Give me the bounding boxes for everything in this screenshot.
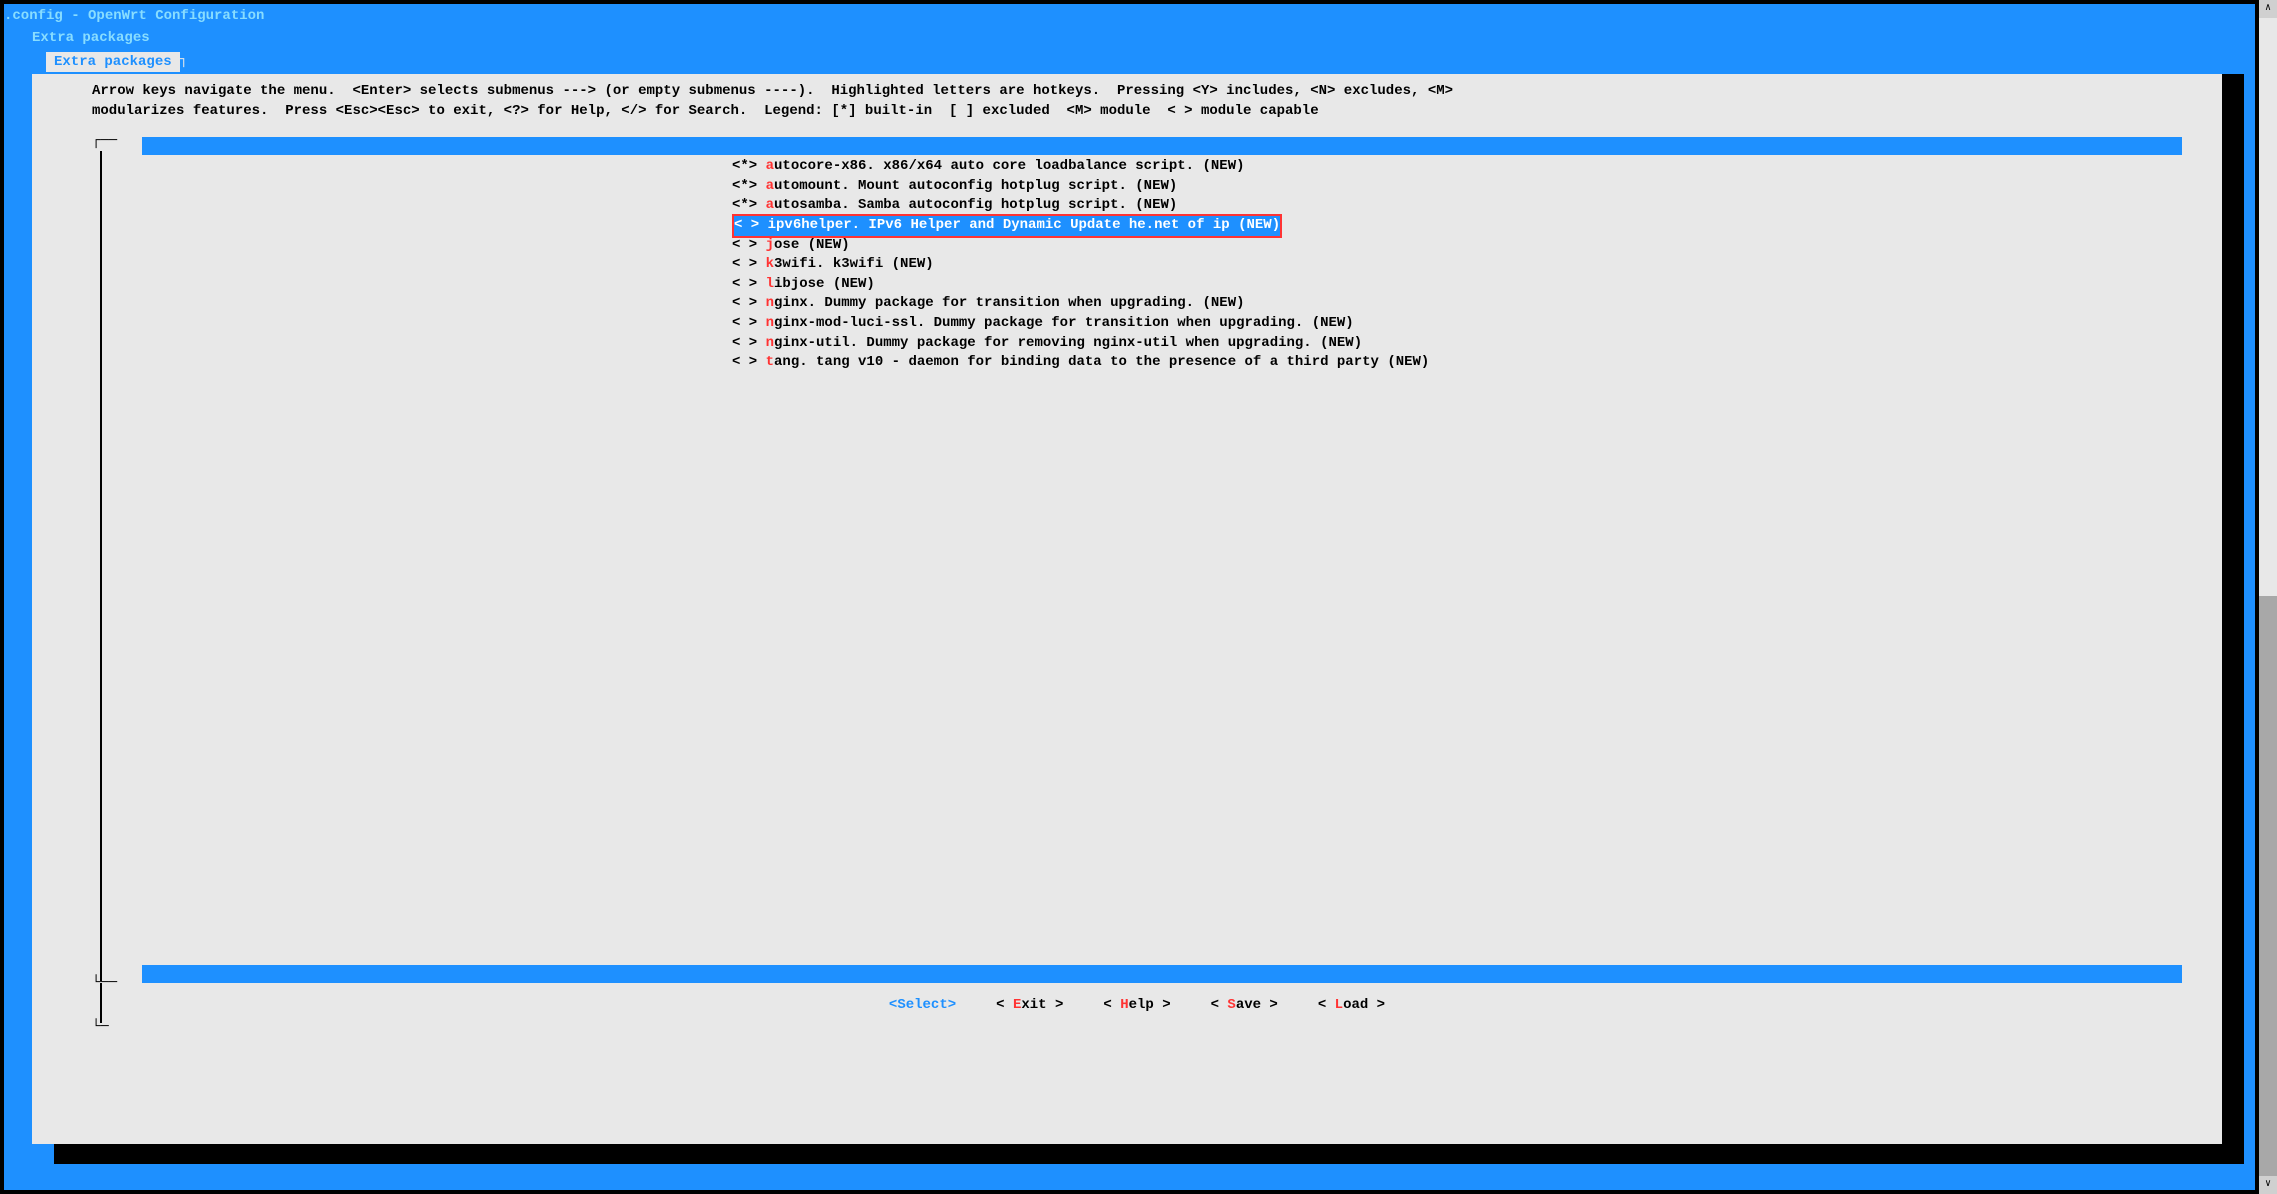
menu-item[interactable]: < > nginx-util. Dummy package for removi… xyxy=(732,334,2192,354)
item-label: ginx. Dummy package for transition when … xyxy=(774,295,1244,311)
button-post: oad > xyxy=(1343,997,1385,1013)
menu-item[interactable]: < > k3wifi. k3wifi (NEW) xyxy=(732,255,2192,275)
main-panel: Arrow keys navigate the menu. <Enter> se… xyxy=(32,74,2222,1144)
breadcrumb: Extra packages xyxy=(4,28,2255,52)
item-label: utomount. Mount autoconfig hotplug scrip… xyxy=(774,178,1177,194)
item-label: ang. tang v10 - daemon for binding data … xyxy=(774,354,1429,370)
action-button[interactable]: < Save > xyxy=(1211,997,1278,1013)
menu-bottom-bar xyxy=(142,965,2182,983)
hotkey-letter: L xyxy=(1335,997,1343,1013)
hotkey-letter: a xyxy=(766,178,774,194)
item-mark: <*> xyxy=(732,178,766,194)
button-post: elp > xyxy=(1129,997,1171,1013)
frame-corner-icon: ┌── xyxy=(92,133,117,149)
hotkey-letter: S xyxy=(897,997,905,1013)
window-title: .config - OpenWrt Configuration xyxy=(4,4,2255,28)
button-row: <Select>< Exit >< Help >< Save >< Load > xyxy=(82,991,2192,1019)
item-label: pv6helper. IPv6 Helper and Dynamic Updat… xyxy=(776,217,1280,233)
hotkey-letter: l xyxy=(766,276,774,292)
item-label: utosamba. Samba autoconfig hotplug scrip… xyxy=(774,197,1177,213)
item-label: ibjose (NEW) xyxy=(774,276,875,292)
item-mark: < > xyxy=(732,276,766,292)
frame-corner-icon: └─ xyxy=(92,1019,109,1035)
menu-item[interactable]: <*> autocore-x86. x86/x64 auto core load… xyxy=(732,157,2192,177)
button-pre: < xyxy=(1211,997,1228,1013)
frame-corner-icon: └── xyxy=(92,975,117,991)
item-label: ginx-mod-luci-ssl. Dummy package for tra… xyxy=(774,315,1354,331)
help-text: Arrow keys navigate the menu. <Enter> se… xyxy=(32,74,2222,129)
button-post: elect> xyxy=(906,997,956,1013)
outer-frame: .config - OpenWrt Configuration Extra pa… xyxy=(4,4,2255,1190)
hotkey-letter: j xyxy=(766,237,774,253)
item-label: ose (NEW) xyxy=(774,237,850,253)
tab-corner-icon: ┐ xyxy=(180,52,188,68)
item-mark: < > xyxy=(732,256,766,272)
menu-item[interactable]: < > ipv6helper. IPv6 Helper and Dynamic … xyxy=(732,214,1282,238)
scroll-down-icon[interactable]: ∨ xyxy=(2259,1176,2277,1194)
tab-extra-packages[interactable]: Extra packages xyxy=(46,52,180,72)
action-button[interactable]: <Select> xyxy=(889,997,956,1013)
button-pre: < xyxy=(1318,997,1335,1013)
item-mark: < > xyxy=(732,335,766,351)
scrollbar[interactable]: ∧ ∨ xyxy=(2259,0,2277,1194)
item-mark: < > xyxy=(732,315,766,331)
item-mark: < > xyxy=(732,237,766,253)
menu-top-bar xyxy=(142,137,2182,155)
button-pre: < xyxy=(1103,997,1120,1013)
menu-item[interactable]: < > jose (NEW) xyxy=(732,236,2192,256)
hotkey-letter: t xyxy=(766,354,774,370)
menu-item[interactable]: <*> automount. Mount autoconfig hotplug … xyxy=(732,177,2192,197)
action-button[interactable]: < Help > xyxy=(1103,997,1170,1013)
menu-item[interactable]: < > tang. tang v10 - daemon for binding … xyxy=(732,353,2192,373)
item-label: 3wifi. k3wifi (NEW) xyxy=(774,256,934,272)
menu-item[interactable]: < > libjose (NEW) xyxy=(732,275,2192,295)
item-mark: < > xyxy=(734,217,768,233)
frame-left-line xyxy=(100,983,102,1023)
item-label: utocore-x86. x86/x64 auto core loadbalan… xyxy=(774,158,1244,174)
scroll-up-icon[interactable]: ∧ xyxy=(2259,0,2277,18)
scrollbar-thumb[interactable] xyxy=(2259,596,2277,1192)
hotkey-letter: n xyxy=(766,295,774,311)
button-pre: < xyxy=(996,997,1013,1013)
tab-row: Extra packages┐ xyxy=(4,52,2255,76)
menu-item[interactable]: < > nginx. Dummy package for transition … xyxy=(732,294,2192,314)
action-button[interactable]: < Load > xyxy=(1318,997,1385,1013)
item-label: ginx-util. Dummy package for removing ng… xyxy=(774,335,1362,351)
menu-area: ┌── └── <*> autocore-x86. x86/x64 auto c… xyxy=(92,137,2192,983)
hotkey-letter: n xyxy=(766,335,774,351)
hotkey-letter: k xyxy=(766,256,774,272)
menu-item[interactable]: < > nginx-mod-luci-ssl. Dummy package fo… xyxy=(732,314,2192,334)
hotkey-letter: S xyxy=(1227,997,1235,1013)
item-mark: <*> xyxy=(732,158,766,174)
item-mark: < > xyxy=(732,354,766,370)
button-post: xit > xyxy=(1021,997,1063,1013)
menu-list[interactable]: <*> autocore-x86. x86/x64 auto core load… xyxy=(92,155,2192,965)
frame-left-line xyxy=(100,151,102,981)
item-mark: <*> xyxy=(732,197,766,213)
bottom-frame: └─ <Select>< Exit >< Help >< Save >< Loa… xyxy=(82,991,2192,1019)
item-mark: < > xyxy=(732,295,766,311)
hotkey-letter: n xyxy=(766,315,774,331)
hotkey-letter: a xyxy=(766,197,774,213)
button-post: ave > xyxy=(1236,997,1278,1013)
hotkey-letter: H xyxy=(1120,997,1128,1013)
action-button[interactable]: < Exit > xyxy=(996,997,1063,1013)
hotkey-letter: a xyxy=(766,158,774,174)
hotkey-letter: i xyxy=(768,217,776,233)
